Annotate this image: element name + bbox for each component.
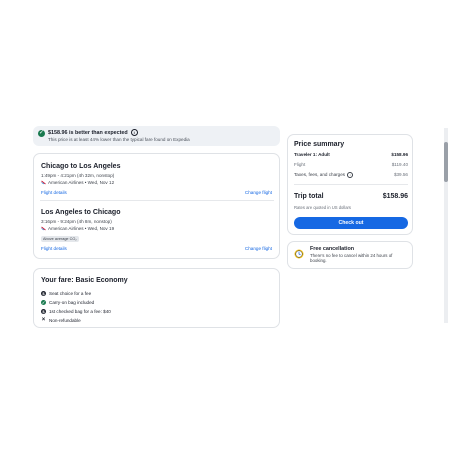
- price-insight-banner: ✓ $158.96 is better than expected i This …: [33, 126, 280, 146]
- clock-icon: [294, 249, 304, 259]
- fare-title: Your fare: Basic Economy: [41, 277, 128, 284]
- currency-note: Rates are quoted in US dollars: [294, 205, 352, 210]
- outbound-times: 1:49pm - 4:21pm (4h 32m, nonstop): [41, 173, 115, 178]
- free-cancellation-card: Free cancellation There's no fee to canc…: [287, 241, 413, 269]
- fare-feature: $ Seat choice for a fee: [41, 291, 92, 297]
- info-icon[interactable]: i: [130, 129, 138, 136]
- flights-card: Chicago to Los Angeles 1:49pm - 4:21pm (…: [33, 153, 280, 259]
- dollar-icon: $: [41, 291, 46, 297]
- price-summary-title: Price summary: [294, 141, 345, 148]
- cancellation-text: There's no fee to cancel within 24 hours…: [310, 253, 393, 264]
- outbound-title: Chicago to Los Angeles: [41, 163, 121, 170]
- return-times: 3:16pm - 9:24pm (4h 8m, nonstop): [41, 219, 112, 224]
- cancellation-title: Free cancellation: [310, 246, 355, 252]
- check-icon: ✓: [41, 300, 46, 306]
- check-circle-icon: ✓: [38, 130, 45, 137]
- airline-logo-icon: [41, 226, 46, 231]
- fare-feature: ✓ Carry-on bag included: [41, 300, 95, 306]
- fare-feature: $1st checked bag for a fee: $40: [41, 309, 111, 315]
- return-change-flight-link[interactable]: Change flight: [245, 246, 272, 251]
- outbound-flight-details-link[interactable]: Flight details: [41, 190, 67, 195]
- outbound-change-flight-link[interactable]: Change flight: [245, 190, 272, 195]
- divider: [40, 200, 274, 201]
- fare-card: Your fare: Basic Economy $ Seat choice fo…: [33, 268, 280, 328]
- fare-feature: × Non-refundable: [41, 317, 81, 324]
- airline-logo-icon: [41, 180, 46, 185]
- scrollbar[interactable]: [444, 128, 448, 323]
- co2-badge: Above average CO₂: [41, 236, 79, 242]
- divider: [294, 184, 408, 185]
- check-out-button[interactable]: Check out: [294, 217, 408, 229]
- dollar-icon: $: [41, 309, 46, 315]
- return-title: Los Angeles to Chicago: [41, 209, 121, 216]
- return-flight-details-link[interactable]: Flight details: [41, 246, 67, 251]
- x-icon: ×: [41, 317, 46, 324]
- banner-headline: $158.96 is better than expected: [48, 129, 128, 136]
- info-icon[interactable]: i: [347, 172, 354, 178]
- outbound-airline: American Airlines • Wed, Nov 12: [41, 180, 114, 185]
- scrollbar-thumb[interactable]: [444, 142, 448, 182]
- return-airline: American Airlines • Wed, Nov 19: [41, 226, 114, 231]
- price-summary-card: Price summary Traveler 1: Adult $158.96 …: [287, 134, 413, 235]
- banner-subtext: This price is at least 44% lower than th…: [48, 137, 190, 142]
